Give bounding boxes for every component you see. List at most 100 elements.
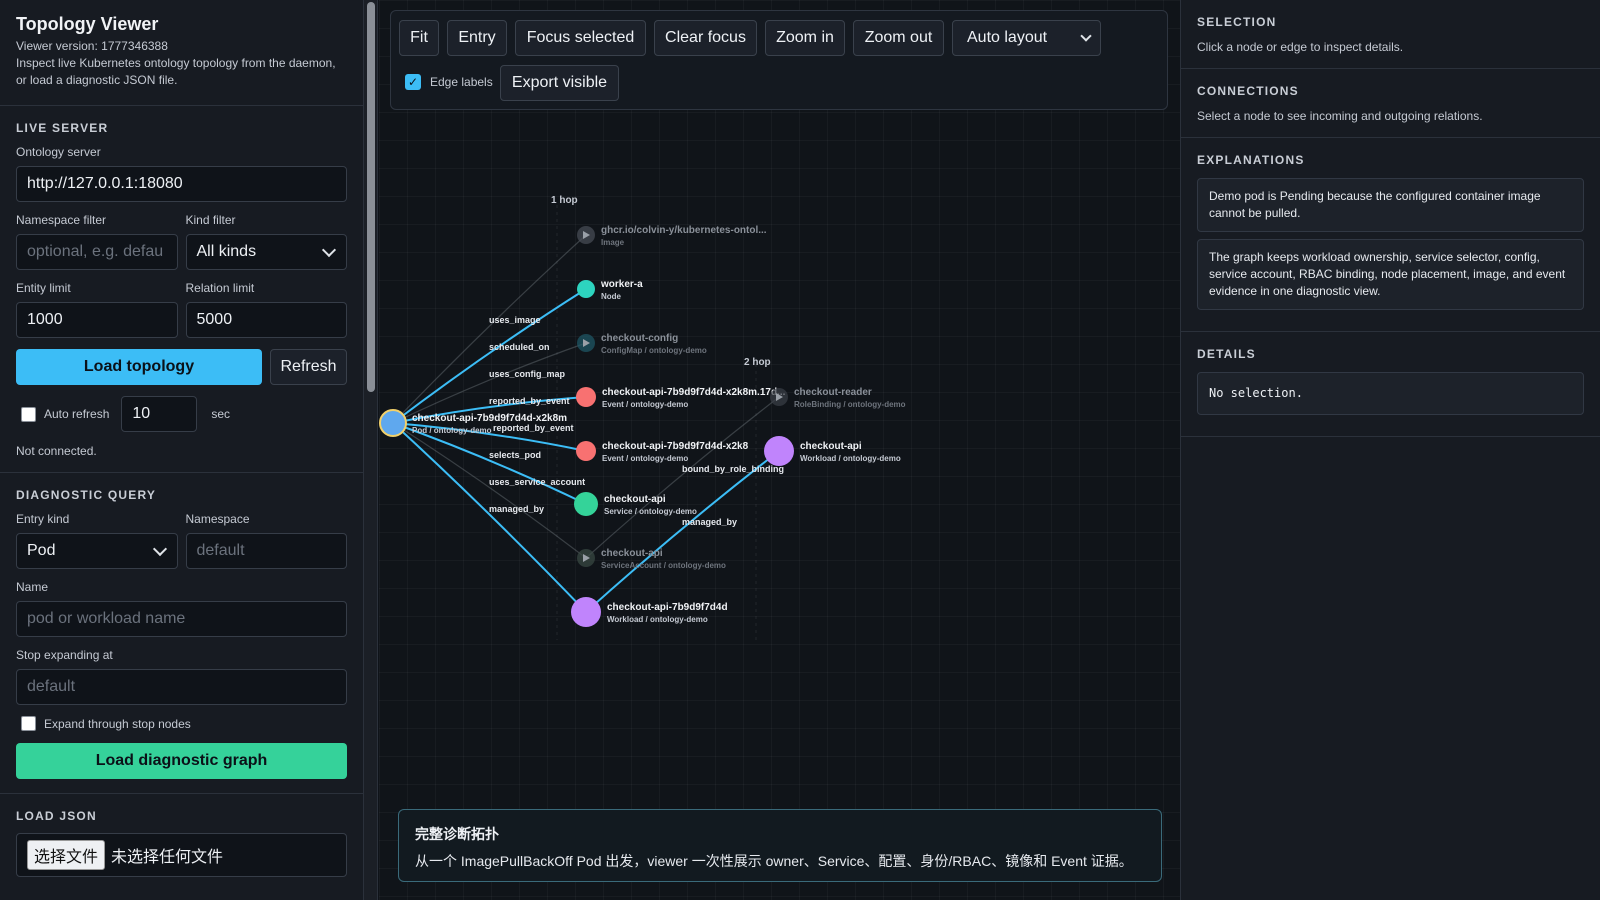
node-kind: Event / ontology-demo [602, 454, 688, 463]
section-title: LOAD JSON [16, 809, 97, 823]
relation-limit-label: Relation limit [185, 281, 255, 295]
node-name: worker-a [600, 279, 643, 290]
caption-description: 从一个 ImagePullBackOff Pod 出发，viewer 一次性展示… [415, 853, 1133, 869]
explanation-card: The graph keeps workload ownership, serv… [1197, 239, 1584, 310]
fit-button[interactable]: Fit [399, 20, 439, 56]
live-server-section: LIVE SERVER Ontology server http://127.0… [0, 106, 363, 473]
expand-stop-nodes-checkbox[interactable] [21, 716, 36, 731]
export-visible-button[interactable]: Export visible [500, 65, 619, 101]
section-title: LIVE SERVER [16, 121, 109, 135]
load-topology-button[interactable]: Load topology [16, 349, 262, 385]
node-name: checkout-api-7b9d9f7d4d-x2k8m.17d... [602, 387, 786, 398]
choose-file-button[interactable]: 选择文件 [27, 840, 106, 870]
diagnostic-query-section: DIAGNOSTIC QUERY Entry kind Pod Namespac… [0, 473, 363, 794]
graph-node[interactable] [764, 436, 794, 466]
explanation-card: Demo pod is Pending because the configur… [1197, 178, 1584, 232]
stop-expanding-input[interactable]: default [16, 669, 347, 705]
node-name: ghcr.io/colvin-y/kubernetes-ontol... [601, 225, 767, 236]
entity-limit-label: Entity limit [16, 281, 71, 295]
graph-node[interactable] [379, 409, 407, 437]
edge-label: uses_config_map [489, 369, 566, 379]
edge-label: bound_by_role_binding [682, 464, 784, 474]
inspector-panel: SELECTION Click a node or edge to inspec… [1180, 0, 1600, 900]
edge-label: managed_by [682, 517, 737, 527]
connections-section: CONNECTIONS Select a node to see incomin… [1181, 69, 1600, 138]
chevron-down-icon [152, 541, 167, 556]
chevron-down-icon [321, 242, 337, 257]
graph-node[interactable] [576, 441, 596, 461]
auto-refresh-unit: sec [211, 407, 231, 421]
name-input[interactable]: pod or workload name [16, 601, 347, 637]
chevron-down-icon [1080, 30, 1092, 42]
node-kind: Pod / ontology-demo [412, 426, 492, 435]
auto-refresh-checkbox[interactable] [21, 406, 36, 422]
sidebar-scrollbar[interactable] [364, 0, 378, 900]
edge-label: reported_by_event [489, 396, 570, 406]
graph-node[interactable] [574, 492, 598, 516]
layout-value: Auto layout [967, 29, 1048, 46]
topology-graph[interactable]: 1 hop 2 hop uses_image scheduled_on uses_con… [379, 0, 1180, 900]
file-status: 未选择任何文件 [111, 849, 224, 866]
server-url-input[interactable]: http://127.0.0.1:18080 [16, 166, 347, 202]
auto-refresh-interval-input[interactable]: 10 [121, 396, 198, 432]
namespace-filter-input[interactable]: optional, e.g. defau [16, 234, 178, 270]
selection-section: SELECTION Click a node or edge to inspec… [1181, 0, 1600, 69]
namespace-filter-label: Namespace filter [16, 213, 107, 227]
graph-edge[interactable] [392, 422, 587, 505]
graph-node[interactable] [571, 597, 601, 627]
graph-edge[interactable] [585, 396, 780, 559]
graph-node[interactable] [577, 280, 595, 298]
edge-labels-checkbox[interactable]: ✓ [405, 74, 421, 90]
layout-select[interactable]: Auto layout [952, 20, 1101, 56]
node-name: checkout-api-7b9d9f7d4d-x2k8 [602, 441, 749, 452]
edge-label: scheduled_on [489, 342, 550, 352]
entry-button[interactable]: Entry [447, 20, 507, 56]
node-kind: Workload / ontology-demo [800, 454, 901, 463]
stop-expanding-label: Stop expanding at [16, 648, 113, 662]
load-diagnostic-button[interactable]: Load diagnostic graph [16, 743, 347, 779]
caption-title: 完整诊断拓扑 [415, 826, 499, 842]
edge-label: uses_service_account [489, 477, 585, 487]
node-name: checkout-reader [794, 387, 872, 398]
version-line: Viewer version: 1777346388 [16, 39, 168, 53]
node-name: checkout-config [601, 333, 678, 344]
connection-status: Not connected. [16, 444, 97, 458]
scrollbar-thumb[interactable] [367, 2, 375, 392]
namespace-input[interactable]: default [185, 533, 347, 569]
entry-kind-select[interactable]: Pod [16, 533, 178, 569]
app-description: Inspect live Kubernetes ontology topolog… [16, 56, 336, 87]
entity-limit-input[interactable]: 1000 [16, 302, 178, 338]
section-title: DIAGNOSTIC QUERY [16, 488, 157, 502]
node-kind: Image [601, 238, 625, 247]
node-kind: RoleBinding / ontology-demo [794, 400, 906, 409]
graph-caption: 完整诊断拓扑 从一个 ImagePullBackOff Pod 出发，viewe… [398, 809, 1162, 882]
node-name: checkout-api [800, 441, 862, 452]
edge-label: managed_by [489, 504, 544, 514]
graph-node[interactable] [576, 387, 596, 407]
zoom-out-button[interactable]: Zoom out [853, 20, 944, 56]
entry-kind-label: Entry kind [16, 512, 70, 526]
file-picker[interactable]: 选择文件 未选择任何文件 [16, 833, 347, 877]
graph-canvas[interactable]: 1 hop 2 hop uses_image scheduled_on uses_con… [379, 0, 1180, 900]
details-box: No selection. [1197, 372, 1584, 415]
section-title: SELECTION [1197, 15, 1277, 29]
details-section: DETAILS No selection. [1181, 332, 1600, 437]
connections-text: Select a node to see incoming and outgoi… [1197, 109, 1483, 123]
node-name: checkout-api-7b9d9f7d4d-x2k8m [412, 413, 567, 424]
clear-focus-button[interactable]: Clear focus [654, 20, 757, 56]
edge-labels-label: Edge labels [430, 75, 493, 89]
edge-label: uses_image [489, 315, 541, 325]
focus-selected-button[interactable]: Focus selected [515, 20, 646, 56]
node-kind: Service / ontology-demo [604, 507, 697, 516]
load-json-section: LOAD JSON 选择文件 未选择任何文件 [0, 794, 363, 891]
zoom-in-button[interactable]: Zoom in [765, 20, 845, 56]
auto-refresh-label: Auto refresh [44, 407, 110, 421]
selection-text: Click a node or edge to inspect details. [1197, 40, 1404, 54]
server-label: Ontology server [16, 145, 101, 159]
relation-limit-input[interactable]: 5000 [185, 302, 347, 338]
kind-filter-select[interactable]: All kinds [185, 234, 347, 270]
node-kind: Workload / ontology-demo [607, 615, 708, 624]
node-kind: Node [601, 292, 622, 301]
refresh-button[interactable]: Refresh [270, 349, 347, 385]
kind-filter-label: Kind filter [185, 213, 236, 227]
